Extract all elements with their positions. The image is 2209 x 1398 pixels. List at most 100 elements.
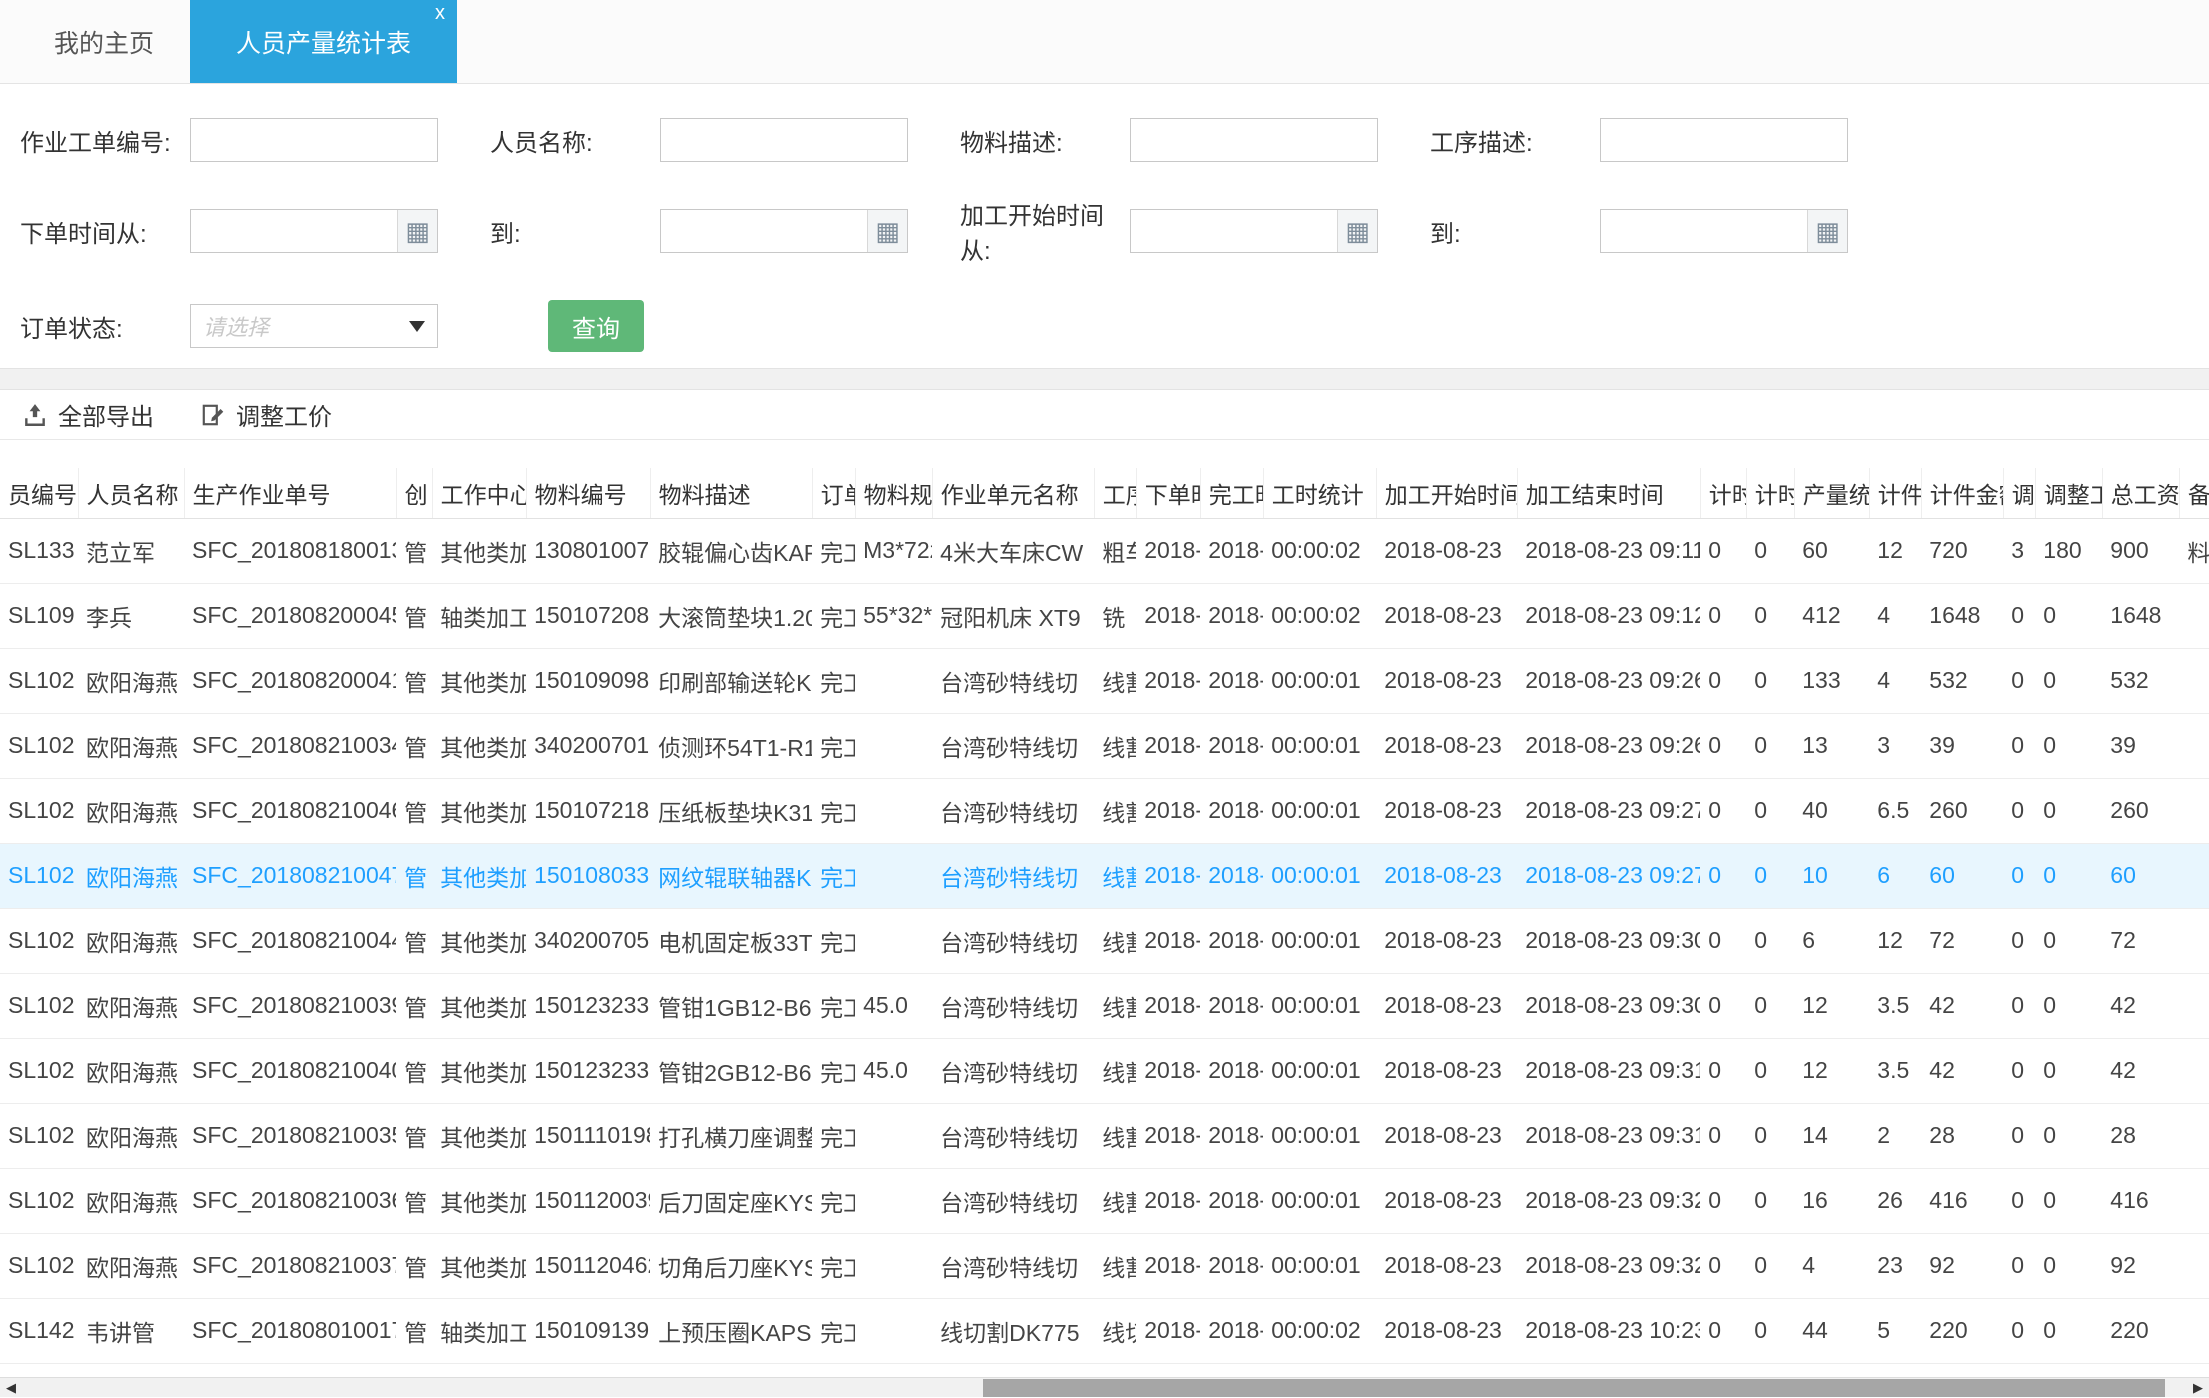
order-date-from-input[interactable]	[191, 210, 397, 252]
table-cell: 0	[1700, 1168, 1747, 1234]
calendar-icon[interactable]: ▦	[867, 210, 907, 252]
table-row[interactable]: SL102欧阳海燕SFC_201808200041管其他类加工150109098…	[0, 648, 2209, 714]
table-cell: SL142	[0, 1298, 79, 1364]
table-cell: 其他类加工	[432, 1103, 527, 1169]
export-all-button[interactable]: 全部导出	[22, 397, 154, 432]
table-cell: 0	[1700, 1038, 1747, 1104]
separator-band	[0, 368, 2209, 390]
chevron-down-icon	[409, 320, 425, 332]
table-row[interactable]: SL102欧阳海燕SFC_201808210047管其他类加工150108033…	[0, 843, 2209, 909]
search-button[interactable]: 查询	[548, 300, 644, 352]
table-cell: 管	[396, 1298, 433, 1364]
table-cell: SL102	[0, 648, 79, 714]
table-container: 员编号人员名称生产作业单号创工作中心物料编号物料描述订单状态物料规格作业单元名称…	[0, 468, 2209, 1364]
order-date-to-input[interactable]	[661, 210, 867, 252]
person-name-input[interactable]	[660, 118, 908, 162]
table-row[interactable]: SL102欧阳海燕SFC_201808210040管其他类加工150123233…	[0, 1038, 2209, 1104]
column-header: 备注	[2179, 468, 2209, 519]
start-date-to-field: 到: ▦	[1430, 209, 1900, 253]
table-cell: 92	[1921, 1233, 2004, 1299]
tab-close-icon[interactable]: x	[435, 3, 445, 23]
table-cell: 2018-08	[1136, 713, 1201, 779]
table-cell: SFC_201808210046	[184, 778, 397, 844]
table-cell: 60	[1794, 518, 1870, 584]
column-header: 计时单价	[1746, 468, 1795, 519]
table-cell: 00:00:01	[1263, 1168, 1377, 1234]
table-cell: 1501072086	[526, 583, 651, 649]
table-cell: 2018-08-23	[1376, 1038, 1518, 1104]
scroll-right-arrow-icon[interactable]: ▶	[2187, 1378, 2209, 1398]
scrollbar-thumb[interactable]	[983, 1379, 2165, 1397]
table-row[interactable]: SL133范立军SFC_201808180013管其他类加工1308010075…	[0, 518, 2209, 584]
table-cell: SL102	[0, 778, 79, 844]
table-row[interactable]: SL102欧阳海燕SFC_201808210034管其他类加工340200701…	[0, 713, 2209, 779]
tab-personnel-output[interactable]: 人员产量统计表 x	[190, 0, 458, 83]
process-desc-input[interactable]	[1600, 118, 1848, 162]
calendar-icon[interactable]: ▦	[1807, 210, 1847, 252]
table-row[interactable]: SL102欧阳海燕SFC_201808210046管其他类加工150107218…	[0, 778, 2209, 844]
table-cell: 管	[396, 648, 433, 714]
table-cell: 0	[2035, 973, 2103, 1039]
table-row[interactable]: SL102欧阳海燕SFC_201808210039管其他类加工150123233…	[0, 973, 2209, 1039]
calendar-icon[interactable]: ▦	[397, 210, 437, 252]
table-row[interactable]: SL102欧阳海燕SFC_201808210036管其他类加工150112003…	[0, 1168, 2209, 1234]
table-cell: 12	[1869, 518, 1922, 584]
start-date-from-input[interactable]	[1131, 210, 1337, 252]
table-cell	[2179, 908, 2209, 974]
order-status-select[interactable]: 请选择	[190, 304, 438, 348]
calendar-icon[interactable]: ▦	[1337, 210, 1377, 252]
table-cell: 4	[1869, 648, 1922, 714]
table-cell: 欧阳海燕	[78, 843, 185, 909]
material-desc-input[interactable]	[1130, 118, 1378, 162]
adjust-price-button[interactable]: 调整工价	[200, 397, 332, 432]
order-date-from-label: 下单时间从:	[20, 220, 147, 248]
table-row[interactable]: SL109 李兵 SFC_201808200045 管轴类加工 1501072086 大滚…	[0, 583, 2209, 649]
process-desc-label: 工序描述:	[1430, 129, 1533, 157]
table-cell: 管	[396, 583, 433, 649]
scrollbar-track[interactable]: ◀ ▶	[0, 1377, 2209, 1397]
person-name-field: 人员名称:	[490, 118, 960, 162]
material-desc-field: 物料描述:	[960, 118, 1430, 162]
table-cell	[2179, 1168, 2209, 1234]
table-row[interactable]: SL142 韦讲管 SFC_201808010017 管轴类加工 1501091395 上…	[0, 1298, 2209, 1364]
table-cell: 完工	[812, 518, 856, 584]
table-cell: 0	[1700, 713, 1747, 779]
table-cell: 线切割DK775	[932, 1298, 1095, 1364]
table-cell: 0	[1746, 648, 1795, 714]
table-cell: 2018-08-23 09:26	[1517, 713, 1701, 779]
table-cell: 532	[2102, 648, 2180, 714]
table-cell: 0	[2003, 713, 2036, 779]
table-row[interactable]: SL102欧阳海燕SFC_201808210044管其他类加工340200705…	[0, 908, 2209, 974]
table-cell: 0	[1746, 908, 1795, 974]
table-cell: 416	[1921, 1168, 2004, 1234]
table-cell: SL133	[0, 518, 79, 584]
column-header: 加工结束时间	[1517, 468, 1701, 519]
table-cell: 2018-08	[1200, 778, 1264, 844]
table-cell: 00:00:01	[1263, 1103, 1377, 1169]
table-cell: 欧阳海燕	[78, 1233, 185, 1299]
table-cell: SL102	[0, 973, 79, 1039]
table-header-row: 员编号人员名称生产作业单号创工作中心物料编号物料描述订单状态物料规格作业单元名称…	[0, 468, 2209, 519]
table-cell: 28	[1921, 1103, 2004, 1169]
table-cell: 2018-08	[1136, 778, 1201, 844]
table-cell	[2179, 843, 2209, 909]
table-cell: 台湾砂特线切	[932, 908, 1095, 974]
table-cell: 0	[2035, 583, 2103, 649]
scroll-left-arrow-icon[interactable]: ◀	[0, 1378, 22, 1398]
table-cell: 2018-08-23	[1376, 518, 1518, 584]
table-cell: 管	[396, 518, 433, 584]
order-date-to-label: 到:	[490, 220, 521, 248]
table-cell: 欧阳海燕	[78, 713, 185, 779]
table-cell: 0	[1700, 1298, 1747, 1364]
table-row[interactable]: SL102欧阳海燕SFC_201808210037管其他类加工150112046…	[0, 1233, 2209, 1299]
work-order-no-input[interactable]	[190, 118, 438, 162]
start-date-to-input[interactable]	[1601, 210, 1807, 252]
table-row[interactable]: SL102欧阳海燕SFC_201808210035管其他类加工150111019…	[0, 1103, 2209, 1169]
table-cell: 台湾砂特线切	[932, 1168, 1095, 1234]
table-cell: 0	[2003, 1038, 2036, 1104]
order-date-to-field: 到: ▦	[490, 209, 960, 253]
table-cell: 0	[2003, 908, 2036, 974]
table-cell: 2018-08	[1200, 908, 1264, 974]
table-cell: 2018-08	[1200, 1168, 1264, 1234]
tab-home[interactable]: 我的主页	[18, 0, 190, 83]
